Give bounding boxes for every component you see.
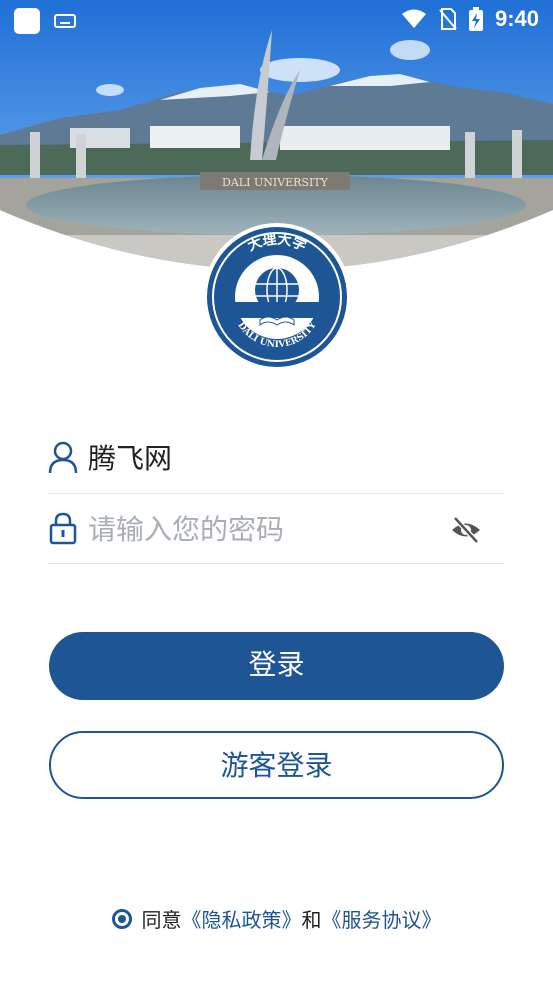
keyboard-icon [54, 14, 76, 28]
guest-login-button[interactable]: 游客登录 [49, 731, 504, 799]
university-logo: 大理大学 DALI UNIVERSITY [203, 223, 351, 371]
conjunction-text: 和 [301, 908, 322, 932]
password-input[interactable] [88, 507, 448, 551]
lock-icon [49, 512, 77, 545]
username-field[interactable]: 腾飞网 [48, 424, 504, 494]
password-field[interactable] [48, 494, 504, 564]
eye-off-icon[interactable] [450, 514, 482, 546]
user-icon [48, 441, 78, 474]
wifi-icon [401, 9, 426, 28]
status-bar: 9:40 [0, 0, 553, 40]
agree-text: 同意 [141, 908, 182, 932]
agreement-radio[interactable] [111, 908, 132, 929]
login-screen: DALI UNIVERSITY 9:40 大理大学 DALI UNIVERSIT… [0, 0, 553, 983]
agreement-row: 同意《隐私政策》和《服务协议》 [0, 904, 553, 934]
username-value: 腾飞网 [88, 442, 173, 475]
status-time: 9:40 [494, 6, 539, 31]
banner-sign-text: DALI UNIVERSITY [222, 176, 329, 189]
service-agreement-link[interactable]: 《服务协议》 [322, 908, 442, 932]
privacy-policy-link[interactable]: 《隐私政策》 [182, 908, 302, 932]
battery-charging-icon [468, 7, 483, 31]
no-sim-icon [439, 8, 457, 30]
login-button[interactable]: 登录 [49, 632, 504, 700]
app-square-icon [14, 8, 40, 34]
